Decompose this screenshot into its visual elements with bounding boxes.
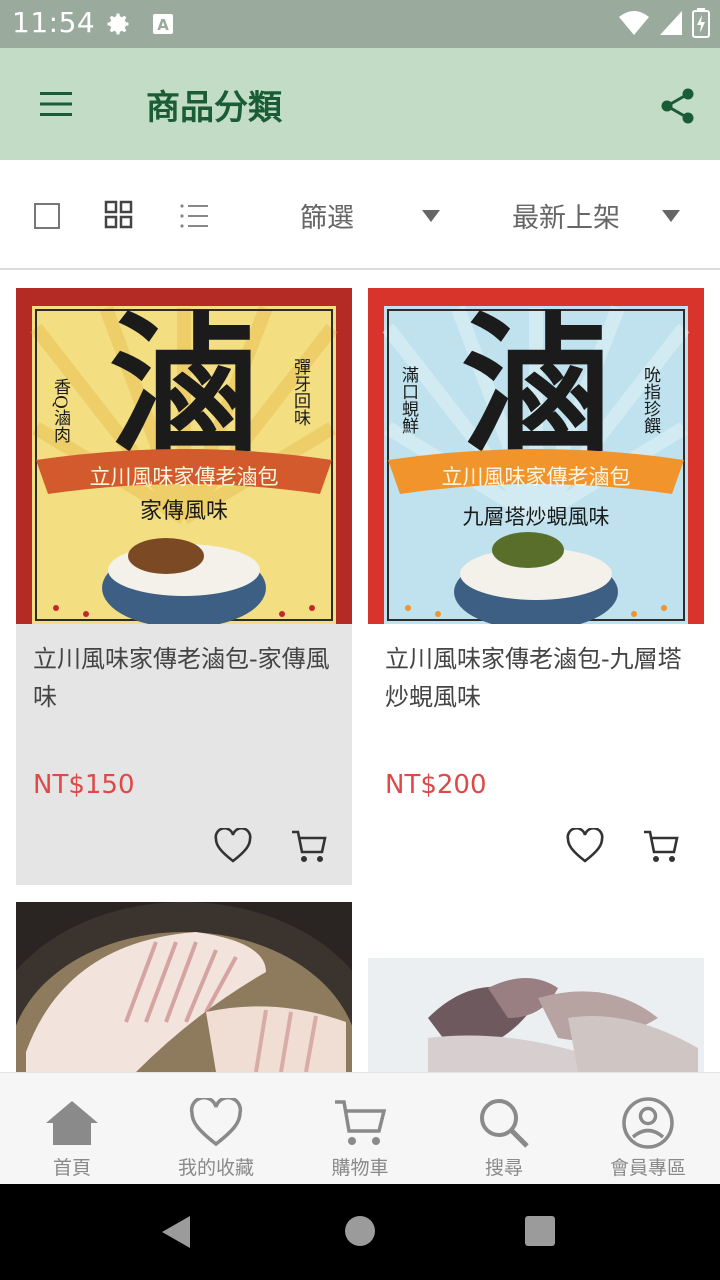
image-subtitle: 家傳風味 xyxy=(140,499,228,524)
image-big-char: 滷 xyxy=(109,298,259,474)
single-view-toggle[interactable] xyxy=(34,203,60,229)
nav-cart[interactable]: 購物車 xyxy=(288,1073,432,1185)
nav-favorites-label: 我的收藏 xyxy=(177,1157,254,1179)
favorite-heart-icon[interactable] xyxy=(566,826,604,868)
app-bar: 商品分類 xyxy=(0,48,720,160)
page-title: 商品分類 xyxy=(146,88,282,128)
product-price: NT$150 xyxy=(33,770,135,800)
heart-icon xyxy=(188,1095,244,1151)
share-icon xyxy=(661,88,694,124)
sort-arrow-down-icon[interactable] xyxy=(662,210,680,222)
battery-icon xyxy=(692,8,710,42)
home-circle-icon[interactable] xyxy=(345,1216,375,1246)
image-left-vertical: 香Q滷肉 xyxy=(50,378,71,443)
signal-icon xyxy=(658,9,684,41)
product-price: NT$200 xyxy=(385,770,487,800)
add-to-cart-icon[interactable] xyxy=(290,828,328,868)
notification-a-icon: A xyxy=(152,12,174,40)
status-icons xyxy=(618,8,710,42)
account-icon xyxy=(620,1095,676,1151)
nav-favorites[interactable]: 我的收藏 xyxy=(144,1073,288,1185)
image-left-vertical: 滿口蜆鮮 xyxy=(398,366,419,434)
favorite-heart-icon[interactable] xyxy=(214,826,252,868)
list-view-icon xyxy=(180,204,208,228)
image-banner-text: 立川風味家傳老滷包 xyxy=(442,465,631,489)
image-right-vertical: 吮指珍饌 xyxy=(640,366,661,434)
product-title[interactable]: 立川風味家傳老滷包-九層塔炒蜆風味 xyxy=(385,640,690,716)
sort-dropdown[interactable]: 最新上架 xyxy=(512,196,620,235)
product-card[interactable] xyxy=(368,958,704,1072)
menu-button[interactable] xyxy=(24,76,88,132)
product-card[interactable]: 滷 滿口蜆鮮 吮指珍饌 立川風味家傳老滷包 九層塔炒蜆風味 立川風味家傳老滷包-… xyxy=(368,288,704,885)
home-icon xyxy=(44,1095,100,1151)
add-to-cart-icon[interactable] xyxy=(642,828,680,868)
filter-arrow-down-icon[interactable] xyxy=(422,210,440,222)
grid-view-icon xyxy=(104,200,133,229)
image-big-char: 滷 xyxy=(461,298,611,474)
product-title[interactable]: 立川風味家傳老滷包-家傳風味 xyxy=(33,640,338,716)
product-card[interactable]: 滷 香Q滷肉 彈牙回味 立川風味家傳老滷包 家傳風味 立川風味家傳老滷包-家傳風… xyxy=(16,288,352,885)
nav-account[interactable]: 會員專區 xyxy=(576,1073,720,1185)
image-banner-text: 立川風味家傳老滷包 xyxy=(90,465,279,489)
nav-home-label: 首頁 xyxy=(52,1157,91,1179)
product-image[interactable]: 滷 香Q滷肉 彈牙回味 立川風味家傳老滷包 家傳風味 xyxy=(16,288,352,624)
product-card[interactable] xyxy=(16,902,352,1072)
product-image[interactable]: 滷 滿口蜆鮮 吮指珍饌 立川風味家傳老滷包 九層塔炒蜆風味 xyxy=(368,288,704,624)
svg-text:A: A xyxy=(157,16,169,34)
list-view-toggle[interactable] xyxy=(178,202,210,234)
view-toolbar: 篩選 最新上架 xyxy=(0,160,720,270)
nav-search-label: 搜尋 xyxy=(484,1157,523,1179)
grid-view-toggle[interactable] xyxy=(104,200,134,234)
system-navigation-bar xyxy=(0,1184,720,1280)
search-icon xyxy=(476,1095,532,1151)
share-button[interactable] xyxy=(650,78,706,134)
nav-account-label: 會員專區 xyxy=(609,1157,686,1179)
product-image[interactable] xyxy=(16,902,352,1072)
cart-icon xyxy=(332,1095,388,1151)
back-triangle-icon[interactable] xyxy=(162,1216,190,1248)
status-time: 11:54 xyxy=(12,6,96,39)
filter-dropdown[interactable]: 篩選 xyxy=(300,196,354,235)
nav-cart-label: 購物車 xyxy=(331,1157,389,1179)
image-subtitle: 九層塔炒蜆風味 xyxy=(463,505,610,529)
status-bar: 11:54 A xyxy=(0,0,720,48)
wifi-icon xyxy=(618,9,650,41)
nav-home[interactable]: 首頁 xyxy=(0,1073,144,1185)
bottom-navigation: 首頁 我的收藏 購物車 搜尋 會員專區 xyxy=(0,1072,720,1184)
settings-gear-icon xyxy=(104,10,132,42)
product-image[interactable] xyxy=(368,958,704,1072)
hamburger-menu-icon xyxy=(40,92,72,116)
nav-search[interactable]: 搜尋 xyxy=(432,1073,576,1185)
image-right-vertical: 彈牙回味 xyxy=(290,358,311,426)
recents-square-icon[interactable] xyxy=(525,1216,555,1246)
